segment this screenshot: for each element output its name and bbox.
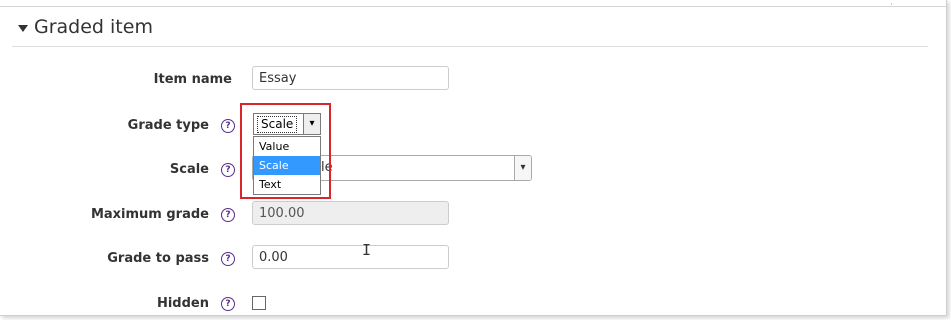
- option-scale[interactable]: Scale: [254, 156, 320, 175]
- option-text[interactable]: Text: [254, 175, 320, 194]
- grade-to-pass-label: Grade to pass: [107, 251, 209, 266]
- hidden-checkbox[interactable]: [252, 296, 266, 310]
- hidden-help-icon[interactable]: ?: [221, 297, 235, 311]
- collapse-caret-icon[interactable]: [18, 24, 28, 32]
- grade-type-options-list[interactable]: Value Scale Text: [253, 136, 321, 195]
- scale-label: Scale: [169, 162, 209, 177]
- item-name-label: Item name: [153, 72, 232, 87]
- text-cursor-icon: I: [362, 241, 372, 259]
- grade-type-select[interactable]: Scale ▾: [253, 113, 321, 135]
- maximum-grade-label: Maximum grade: [90, 207, 209, 222]
- section-legend[interactable]: Graded item: [18, 16, 153, 38]
- maximum-grade-input: 100.00: [252, 201, 449, 225]
- scale-help-icon[interactable]: ?: [221, 163, 235, 177]
- hidden-label: Hidden: [156, 296, 209, 311]
- grade-type-help-icon[interactable]: ?: [221, 119, 235, 133]
- section-title: Graded item: [34, 16, 153, 38]
- form-panel: · Graded item Item name Essay Grade type…: [0, 0, 947, 316]
- section-divider: [12, 46, 928, 47]
- panel-top-border: [0, 6, 946, 7]
- chevron-down-icon[interactable]: ▾: [303, 114, 320, 134]
- grade-to-pass-help-icon[interactable]: ?: [221, 252, 235, 266]
- item-name-input[interactable]: Essay: [252, 66, 449, 90]
- maximum-grade-help-icon[interactable]: ?: [221, 208, 235, 222]
- option-value[interactable]: Value: [254, 137, 320, 156]
- panel-corner-mark: ·: [890, 0, 893, 10]
- grade-to-pass-input[interactable]: 0.00: [252, 245, 449, 269]
- grade-type-label: Grade type: [127, 118, 209, 133]
- grade-type-selected-value: Scale: [257, 116, 298, 133]
- chevron-down-icon[interactable]: ▾: [514, 156, 531, 180]
